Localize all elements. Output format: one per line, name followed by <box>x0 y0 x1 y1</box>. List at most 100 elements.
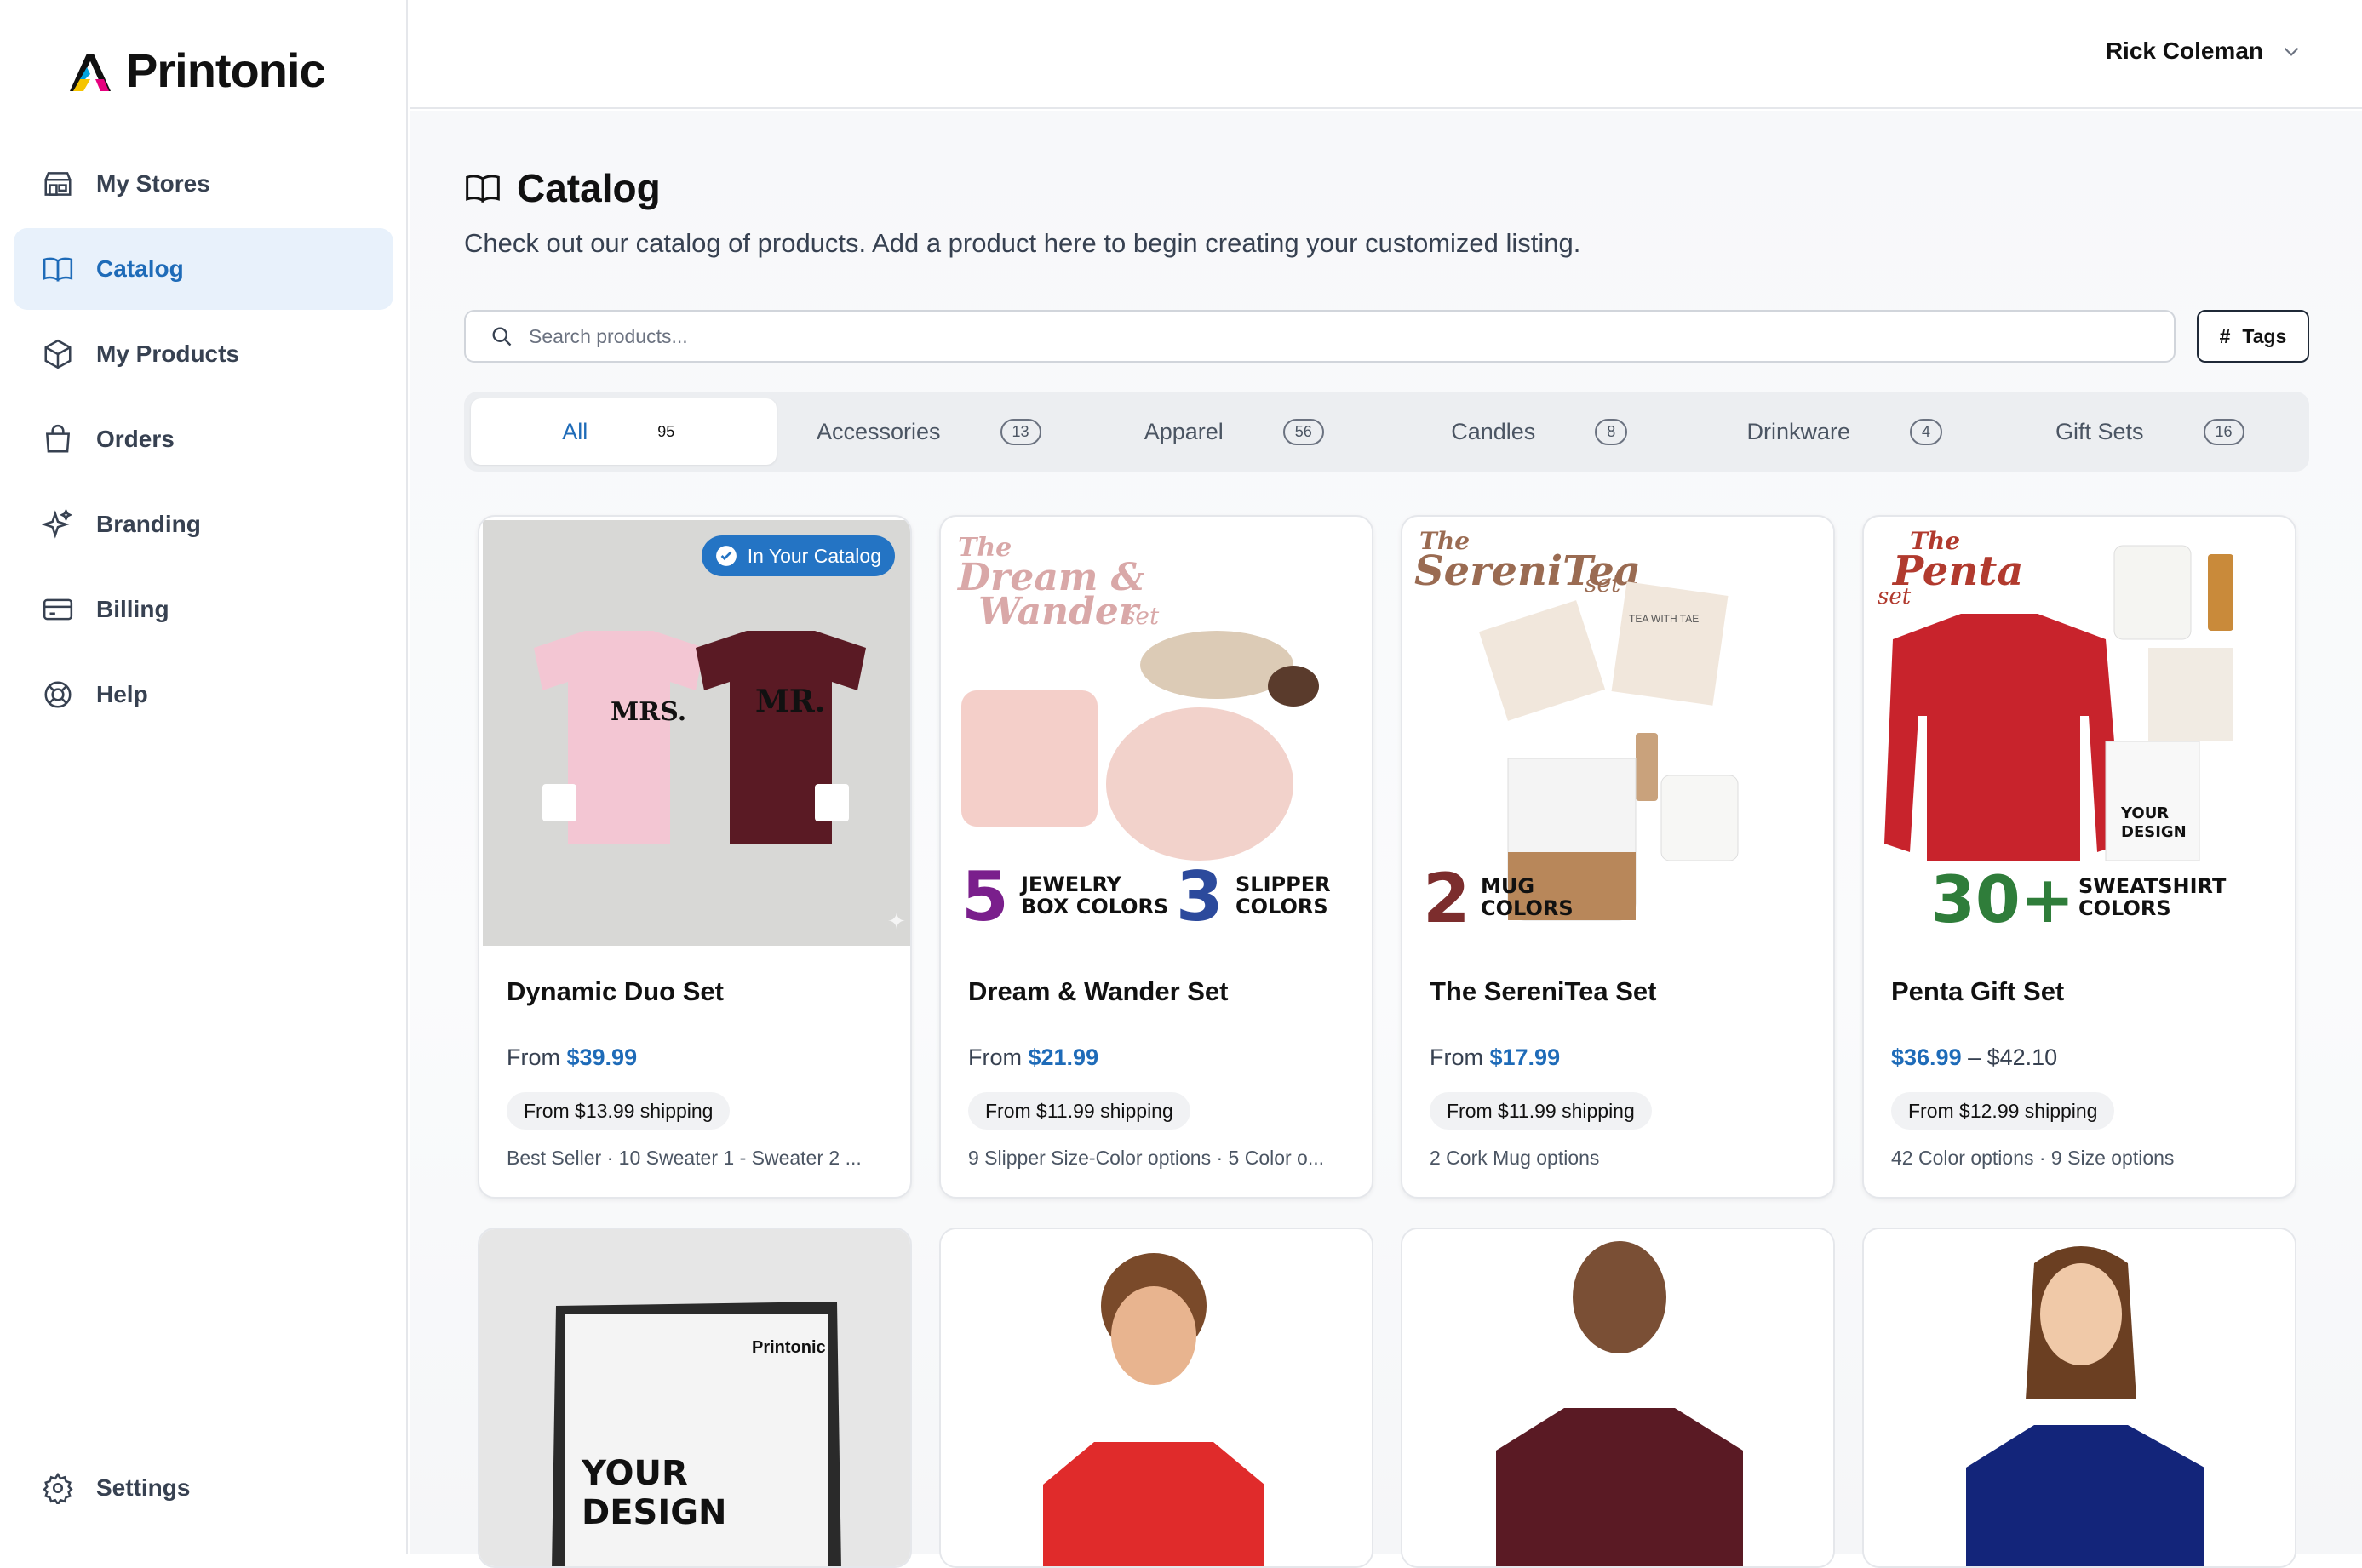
slate-text-design: DESIGN <box>582 1493 727 1532</box>
box-icon <box>42 338 74 370</box>
tab-label: Drinkware <box>1746 419 1850 445</box>
product-card-penta[interactable]: The Penta set YOUR DESIGN 30+ SWEATSHIRT… <box>1862 515 2296 1199</box>
sidebar-item-settings[interactable]: Settings <box>14 1447 393 1529</box>
lifebuoy-icon <box>42 678 74 711</box>
product-card-dynamic-duo[interactable]: MRS. MR. ✦ In Your Catalog Dynamic Duo S… <box>478 515 912 1199</box>
product-card-dream-wander[interactable]: The Dream & Wander set 5 JEWELRY BOX COL… <box>939 515 1373 1199</box>
img-title-set: set <box>1878 584 1912 609</box>
img-cap-jewelry: JEWELRY <box>1019 873 1122 896</box>
product-meta: 9 Slipper Size-Color options · 5 Color o… <box>968 1147 1351 1170</box>
img-tea-label: TEA WITH TAE <box>1629 613 1699 625</box>
tags-button[interactable]: # Tags <box>2197 310 2309 363</box>
sidebar-item-catalog[interactable]: Catalog <box>14 228 393 310</box>
img-title-set: set <box>1585 569 1621 598</box>
img-title-wander: Wander <box>978 590 1141 633</box>
svg-text:✦: ✦ <box>887 908 906 934</box>
product-name: Dream & Wander Set <box>968 976 1229 1007</box>
img-number-2: 2 <box>1423 859 1471 938</box>
tab-count: 95 <box>647 421 685 444</box>
sidebar: Printonic My Stores Catalog My Products … <box>0 0 408 1554</box>
tab-candles[interactable]: Candles8 <box>1387 398 1693 465</box>
top-bar: Rick Coleman <box>410 0 2362 109</box>
img-number-5: 5 <box>961 857 1009 936</box>
img-number-30: 30+ <box>1930 861 2074 937</box>
serenitea-illustration: The SereniTea set TEA WITH TAE 2 MUG COL… <box>1406 520 1833 946</box>
product-image: The Penta set YOUR DESIGN 30+ SWEATSHIRT… <box>1867 520 2295 946</box>
product-name: Dynamic Duo Set <box>507 976 724 1007</box>
price-prefix: From <box>968 1044 1029 1070</box>
user-menu[interactable]: Rick Coleman <box>2106 37 2302 65</box>
img-cap-colors: COLORS <box>2078 896 2171 920</box>
img-cap-colors: COLORS <box>1235 895 1328 918</box>
tab-count: 13 <box>1000 419 1041 445</box>
shipping-pill: From $11.99 shipping <box>968 1092 1190 1130</box>
page-subtitle: Check out our catalog of products. Add a… <box>464 228 1580 259</box>
product-meta: Best Seller · 10 Sweater 1 - Sweater 2 .… <box>507 1147 890 1170</box>
product-card-polo[interactable] <box>1862 1228 2296 1568</box>
sidebar-item-orders[interactable]: Orders <box>14 398 393 480</box>
user-name: Rick Coleman <box>2106 37 2263 65</box>
search-bar[interactable] <box>464 310 2176 363</box>
product-card-serenitea[interactable]: The SereniTea set TEA WITH TAE 2 MUG COL… <box>1401 515 1835 1199</box>
shipping-pill: From $12.99 shipping <box>1891 1092 2114 1130</box>
img-title-penta: Penta <box>1891 547 2024 595</box>
product-price: $36.99 – $42.10 <box>1891 1044 2057 1071</box>
brand-logo[interactable]: Printonic <box>65 43 325 98</box>
img-cap-box-colors: BOX COLORS <box>1021 895 1168 918</box>
sweater-text-mr: MR. <box>755 684 825 719</box>
img-cap-sweatshirt: SWEATSHIRT <box>2078 874 2227 898</box>
slate-illustration: Printonic YOUR DESIGN <box>479 1229 912 1568</box>
tags-button-label: Tags <box>2242 325 2286 348</box>
tab-accessories[interactable]: Accessories 13 <box>777 398 1082 465</box>
tab-count: 56 <box>1283 419 1324 445</box>
tab-apparel[interactable]: Apparel 56 <box>1081 398 1387 465</box>
tab-count: 16 <box>2204 419 2244 445</box>
product-price: From $17.99 <box>1430 1044 1560 1071</box>
shipping-pill: From $11.99 shipping <box>1430 1092 1652 1130</box>
product-card-kids-tee[interactable] <box>939 1228 1373 1568</box>
product-card-mens-tee[interactable] <box>1401 1228 1835 1568</box>
sparkles-icon <box>42 508 74 541</box>
slate-text-your: YOUR <box>581 1454 688 1493</box>
product-meta: 2 Cork Mug options <box>1430 1147 1813 1170</box>
product-image: The SereniTea set TEA WITH TAE 2 MUG COL… <box>1406 520 1833 946</box>
brand-name: Printonic <box>126 43 325 98</box>
chevron-down-icon <box>2280 40 2302 62</box>
mens-tee-photo <box>1402 1229 1835 1568</box>
tab-all[interactable]: All95 <box>471 398 777 465</box>
sidebar-item-label: Orders <box>96 426 175 453</box>
img-mug-your: YOUR <box>2120 804 2169 822</box>
img-title-set: set <box>1123 602 1160 630</box>
sidebar-item-label: My Products <box>96 340 239 368</box>
book-open-icon <box>42 253 74 285</box>
badge-label: In Your Catalog <box>748 545 881 568</box>
img-number-3: 3 <box>1176 857 1224 936</box>
price-suffix: – $42.10 <box>1962 1044 2058 1070</box>
polo-photo <box>1864 1229 2296 1568</box>
tab-gift-sets[interactable]: Gift Sets16 <box>1998 398 2303 465</box>
product-price: From $21.99 <box>968 1044 1098 1071</box>
sidebar-item-billing[interactable]: Billing <box>14 569 393 650</box>
sidebar-item-label: Billing <box>96 596 169 623</box>
tab-label: Apparel <box>1144 419 1224 445</box>
tab-drinkware[interactable]: Drinkware4 <box>1692 398 1998 465</box>
price-value: $21.99 <box>1029 1044 1099 1070</box>
sidebar-item-my-products[interactable]: My Products <box>14 313 393 395</box>
printonic-logo-icon <box>65 49 118 93</box>
search-input[interactable] <box>529 325 2061 348</box>
kids-tee-photo <box>941 1229 1373 1568</box>
sidebar-item-help[interactable]: Help <box>14 654 393 735</box>
product-price: From $39.99 <box>507 1044 637 1071</box>
sidebar-item-my-stores[interactable]: My Stores <box>14 143 393 225</box>
img-cap-slipper: SLIPPER <box>1235 873 1331 896</box>
price-prefix: From <box>507 1044 567 1070</box>
sidebar-item-branding[interactable]: Branding <box>14 484 393 565</box>
img-cap-colors: COLORS <box>1481 896 1574 920</box>
tab-label: Accessories <box>817 419 941 445</box>
img-mug-design: DESIGN <box>2121 823 2187 841</box>
product-name: Penta Gift Set <box>1891 976 2064 1007</box>
product-card-slate[interactable]: Printonic YOUR DESIGN <box>478 1228 912 1568</box>
shopping-bag-icon <box>42 423 74 455</box>
sidebar-item-label: My Stores <box>96 170 210 197</box>
price-prefix: From <box>1430 1044 1490 1070</box>
